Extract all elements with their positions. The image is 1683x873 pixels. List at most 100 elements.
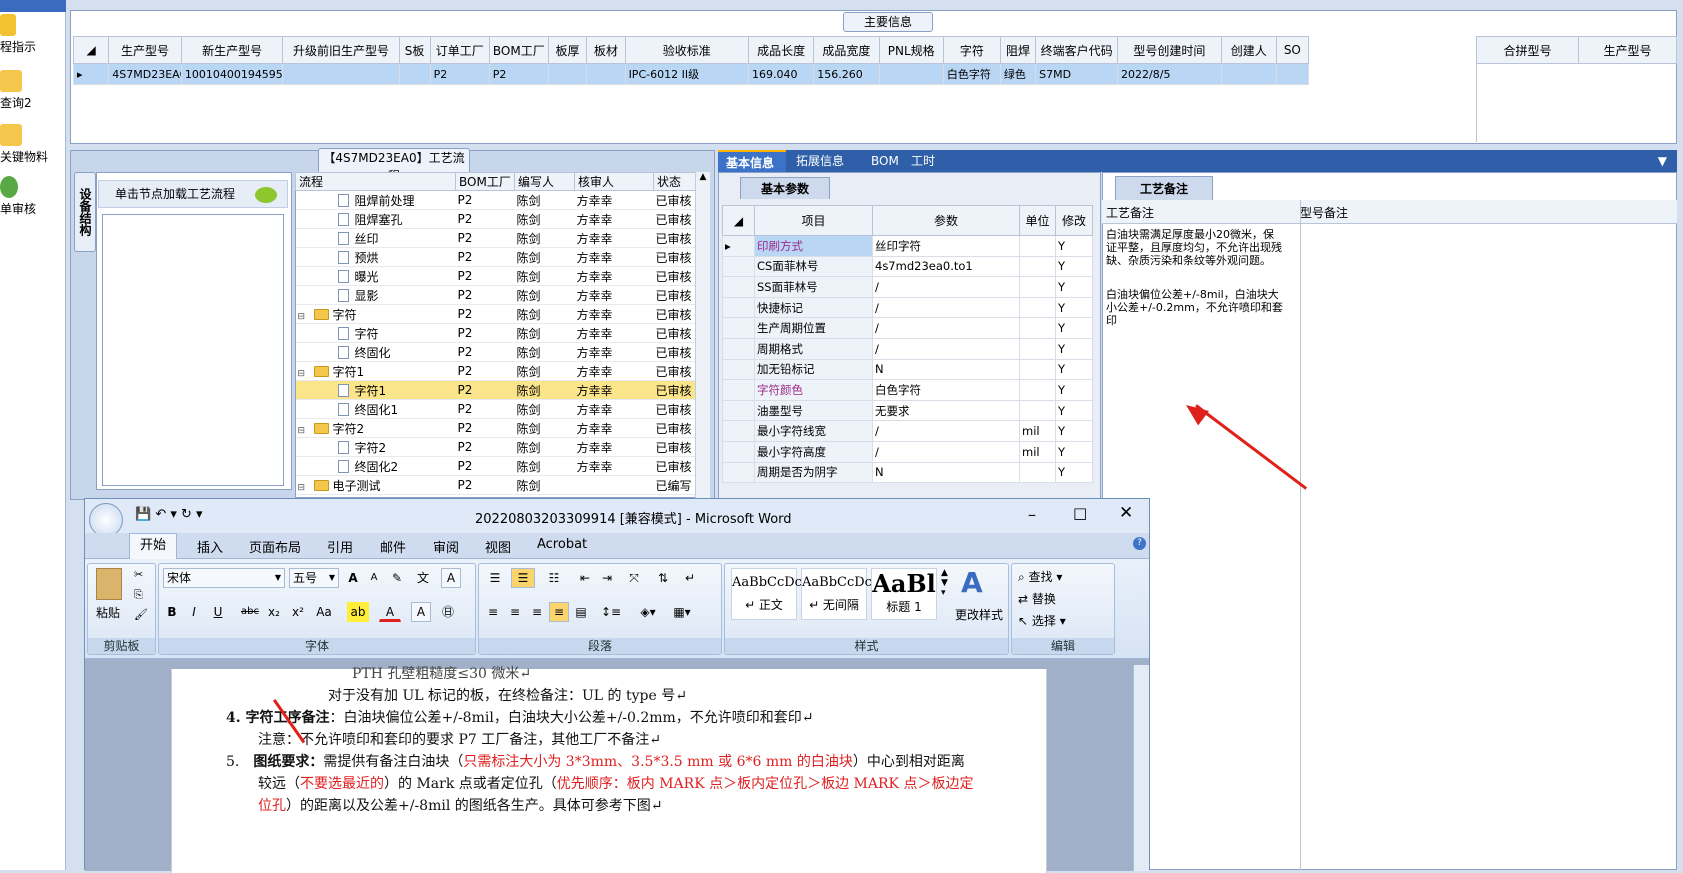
underline-icon[interactable]: U: [207, 602, 229, 622]
nav-item-query2[interactable]: 查询2: [0, 70, 66, 111]
basic-cell[interactable]: 4s7md23ea0.to1: [872, 255, 1020, 278]
main-col-header[interactable]: 板厚: [547, 36, 588, 64]
tree-node[interactable]: 终固化2: [295, 456, 456, 476]
basic-cell[interactable]: 油墨型号: [754, 399, 873, 422]
numbering-icon[interactable]: ☰: [511, 568, 535, 588]
basic-cell[interactable]: Y: [1055, 317, 1093, 339]
basic-cell[interactable]: [1019, 399, 1056, 422]
char-shading-icon[interactable]: A: [411, 602, 431, 622]
tree-scrollbar[interactable]: ▲: [695, 172, 710, 498]
main-cell[interactable]: P2: [488, 63, 549, 85]
basic-cell[interactable]: /: [872, 296, 1020, 319]
paste-icon[interactable]: [96, 568, 122, 600]
device-structure-tab[interactable]: 设备结构: [74, 172, 96, 252]
process-note-text-2[interactable]: 白油块偏位公差+/-8mil，白油块大小公差+/-0.2mm，不允许喷印和套印: [1106, 288, 1284, 327]
basic-col-header[interactable]: 修改: [1055, 205, 1093, 236]
tree-node[interactable]: 显影: [295, 285, 456, 305]
styles-scroll-icon[interactable]: ▲ ▼ ▾: [941, 568, 948, 598]
copy-icon[interactable]: ⎘: [134, 588, 143, 602]
font-size-select[interactable]: 五号 ▼: [289, 568, 339, 588]
main-col-header[interactable]: 终端客户代码: [1035, 36, 1119, 64]
basic-row[interactable]: 周期是否为阴字 N Y: [722, 461, 1093, 484]
basic-cell[interactable]: 白色字符: [872, 379, 1020, 401]
basic-col-header[interactable]: 单位: [1019, 205, 1056, 236]
basic-cell[interactable]: Y: [1055, 358, 1093, 381]
basic-row[interactable]: 周期格式 / Y: [722, 337, 1093, 360]
document-page[interactable]: PTH 孔壁粗糙度≤30 微米↵ 对于没有加 UL 标记的板，在终检备注：UL …: [171, 666, 1047, 873]
tab-insert[interactable]: 插入: [197, 537, 223, 556]
tree-node[interactable]: 终固化1: [295, 399, 456, 419]
main-cell[interactable]: 156.260: [813, 63, 880, 85]
main-cell[interactable]: 4S7MD23EA0: [108, 63, 182, 85]
tree-node[interactable]: 终固化: [295, 342, 456, 362]
tree-row[interactable]: 字符1 P2 陈剑 方幸幸 已审核: [295, 380, 696, 400]
basic-cell[interactable]: 快捷标记: [754, 296, 873, 319]
select-button[interactable]: ↖ 选择 ▾: [1018, 612, 1066, 629]
main-cell[interactable]: 白色字符: [942, 63, 1001, 85]
tree-row[interactable]: 终固化2 P2 陈剑 方幸幸 已审核: [295, 456, 696, 476]
basic-cell[interactable]: 生产周期位置: [754, 317, 873, 339]
basic-cell[interactable]: Y: [1055, 440, 1093, 463]
tree-row[interactable]: 终固化 P2 陈剑 方幸幸 已审核: [295, 342, 696, 362]
tree-node[interactable]: 曝光: [295, 266, 456, 286]
font-name-select[interactable]: 宋体 ▼: [163, 568, 285, 588]
tree-node[interactable]: 丝印: [295, 228, 456, 248]
basic-col-header[interactable]: 项目: [754, 205, 873, 236]
basic-cell[interactable]: 字符颜色: [754, 379, 873, 401]
basic-cell[interactable]: 丝印字符: [872, 235, 1020, 257]
main-cell[interactable]: [878, 63, 944, 85]
basic-cell[interactable]: CS面菲林号: [754, 255, 873, 278]
strikethrough-icon[interactable]: abc: [239, 602, 261, 622]
style-heading1[interactable]: AaBl 标题 1: [871, 568, 937, 620]
tree-node[interactable]: ⊟ 字符: [295, 304, 456, 324]
main-col-header[interactable]: 阻焊: [999, 36, 1037, 64]
main-col-header[interactable]: 板材: [586, 36, 626, 64]
decrease-indent-icon[interactable]: ⇤: [575, 568, 595, 588]
basic-row[interactable]: 最小字符高度 / mil Y: [722, 440, 1093, 463]
notes-tab[interactable]: 工艺备注: [1115, 176, 1213, 200]
tree-row[interactable]: ⊟ 字符1 P2 陈剑 方幸幸 已审核: [295, 361, 696, 381]
basic-cell[interactable]: 加无铅标记: [754, 358, 873, 381]
align-center-icon[interactable]: ≡: [505, 602, 525, 622]
basic-cell[interactable]: Y: [1055, 255, 1093, 278]
basic-cell[interactable]: Y: [1055, 379, 1093, 401]
phonetic-icon[interactable]: 文: [411, 568, 435, 588]
main-col-header[interactable]: PNL规格: [878, 36, 944, 64]
basic-cell[interactable]: N: [872, 461, 1020, 484]
enclose-char-icon[interactable]: ㊐: [437, 602, 459, 622]
basic-row[interactable]: SS面菲林号 / Y: [722, 276, 1093, 298]
tree-row[interactable]: ⊟ 字符 P2 陈剑 方幸幸 已审核: [295, 304, 696, 324]
main-cell[interactable]: IPC-6012 II级: [624, 63, 749, 85]
minimize-icon[interactable]: –: [1028, 505, 1036, 524]
main-cell[interactable]: 10010400194595: [180, 63, 284, 85]
help-icon[interactable]: ?: [1133, 537, 1146, 550]
superscript-icon[interactable]: x²: [287, 602, 309, 622]
tree-col-header[interactable]: BOM工厂: [455, 172, 515, 191]
maximize-icon[interactable]: □: [1073, 504, 1087, 522]
tab-hours[interactable]: 工时: [903, 150, 943, 172]
bold-icon[interactable]: B: [163, 602, 181, 622]
tree-node[interactable]: 字符2: [295, 437, 456, 457]
main-cell[interactable]: 2022/8/5: [1117, 63, 1222, 85]
main-col-header[interactable]: 型号创建时间: [1117, 36, 1222, 64]
basic-col-header[interactable]: 参数: [872, 205, 1020, 236]
tab-layout[interactable]: 页面布局: [249, 537, 301, 556]
basic-cell[interactable]: Y: [1055, 235, 1093, 257]
multilevel-icon[interactable]: ☷: [541, 568, 567, 588]
tree-row[interactable]: 字符2 P2 陈剑 方幸幸 已审核: [295, 437, 696, 457]
basic-row[interactable]: 字符颜色 白色字符 Y: [722, 379, 1093, 401]
main-col-header[interactable]: 新生产型号: [180, 36, 284, 64]
tree-row[interactable]: ⊟ 字符2 P2 陈剑 方幸幸 已审核: [295, 418, 696, 438]
nav-item-review[interactable]: 单审核: [0, 176, 66, 217]
basic-cell[interactable]: /: [872, 276, 1020, 298]
tree-row[interactable]: 终固化1 P2 陈剑 方幸幸 已审核: [295, 399, 696, 419]
show-marks-icon[interactable]: ↵: [679, 568, 701, 588]
basic-row[interactable]: CS面菲林号 4s7md23ea0.to1 Y: [722, 255, 1093, 278]
main-cell[interactable]: S7MD: [1035, 63, 1119, 85]
main-cell[interactable]: [547, 63, 588, 85]
main-col-header[interactable]: SO: [1275, 36, 1310, 64]
basic-cell[interactable]: mil: [1019, 420, 1056, 442]
align-right-icon[interactable]: ≡: [527, 602, 547, 622]
main-cell[interactable]: [398, 63, 431, 85]
basic-cell[interactable]: N: [872, 358, 1020, 381]
